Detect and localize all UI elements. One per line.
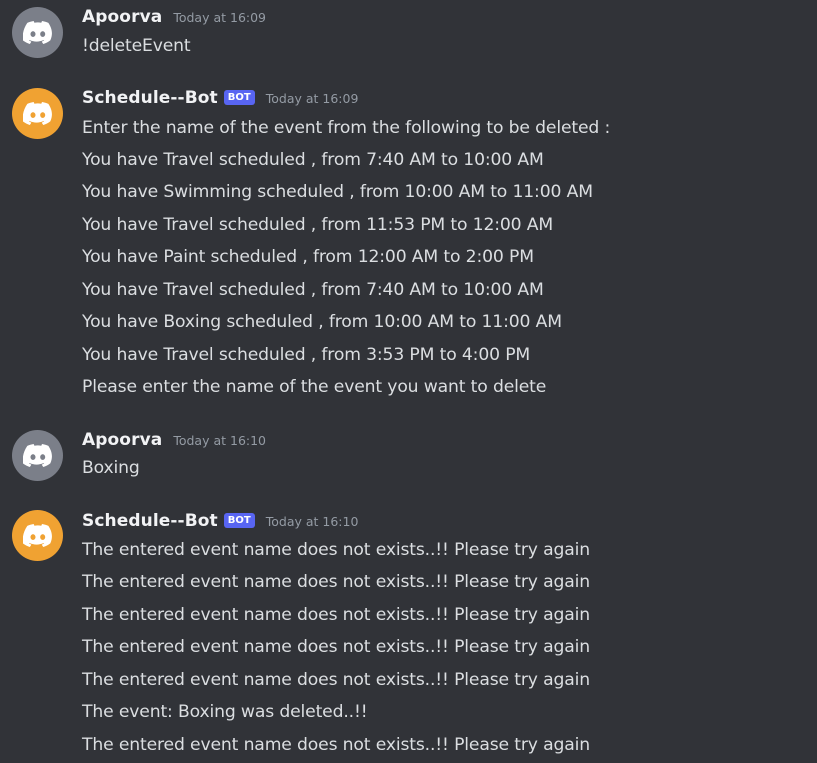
- timestamp[interactable]: Today at 16:10: [266, 514, 359, 529]
- discord-logo-icon: [22, 444, 52, 467]
- message-text: The entered event name does not exists..…: [82, 572, 591, 592]
- message-text: Enter the name of the event from the fol…: [82, 118, 611, 138]
- message-text: The entered event name does not exists..…: [82, 540, 591, 560]
- discord-logo-icon: [22, 21, 52, 44]
- message-header: Apoorva Today at 16:10: [82, 430, 266, 454]
- chat-messages: Apoorva Today at 16:09 !deleteEvent Sche…: [0, 0, 817, 763]
- message-text: The entered event name does not exists..…: [82, 637, 591, 657]
- message-text: You have Paint scheduled , from 12:00 AM…: [82, 247, 534, 267]
- user-avatar[interactable]: [12, 430, 63, 481]
- username[interactable]: Apoorva: [82, 7, 162, 27]
- message-text: Please enter the name of the event you w…: [82, 377, 547, 397]
- message-text: You have Travel scheduled , from 3:53 PM…: [82, 345, 531, 365]
- message-header: Schedule--Bot BOT Today at 16:10: [82, 511, 358, 535]
- bot-avatar[interactable]: [12, 88, 63, 139]
- bot-avatar[interactable]: [12, 510, 63, 561]
- message-text: You have Travel scheduled , from 11:53 P…: [82, 215, 554, 235]
- bot-badge: BOT: [223, 513, 255, 528]
- message-text: The event: Boxing was deleted..!!: [82, 702, 368, 722]
- message-text: !deleteEvent: [82, 36, 191, 56]
- message-text: You have Travel scheduled , from 7:40 AM…: [82, 150, 544, 170]
- message-text: You have Boxing scheduled , from 10:00 A…: [82, 312, 562, 332]
- message-header: Apoorva Today at 16:09: [82, 7, 266, 31]
- username[interactable]: Schedule--Bot: [82, 511, 218, 531]
- timestamp[interactable]: Today at 16:09: [266, 91, 359, 106]
- message-text: You have Swimming scheduled , from 10:00…: [82, 182, 593, 202]
- timestamp[interactable]: Today at 16:09: [173, 10, 266, 25]
- message-text: Boxing: [82, 458, 140, 478]
- user-avatar[interactable]: [12, 7, 63, 58]
- message-text: The entered event name does not exists..…: [82, 735, 591, 755]
- message-text: You have Travel scheduled , from 7:40 AM…: [82, 280, 544, 300]
- message-text: The entered event name does not exists..…: [82, 670, 591, 690]
- message-header: Schedule--Bot BOT Today at 16:09: [82, 88, 358, 112]
- message-text: The entered event name does not exists..…: [82, 605, 591, 625]
- bot-badge: BOT: [223, 90, 255, 105]
- username[interactable]: Schedule--Bot: [82, 88, 218, 108]
- discord-logo-icon: [22, 524, 52, 547]
- username[interactable]: Apoorva: [82, 430, 162, 450]
- discord-logo-icon: [22, 102, 52, 125]
- timestamp[interactable]: Today at 16:10: [173, 433, 266, 448]
